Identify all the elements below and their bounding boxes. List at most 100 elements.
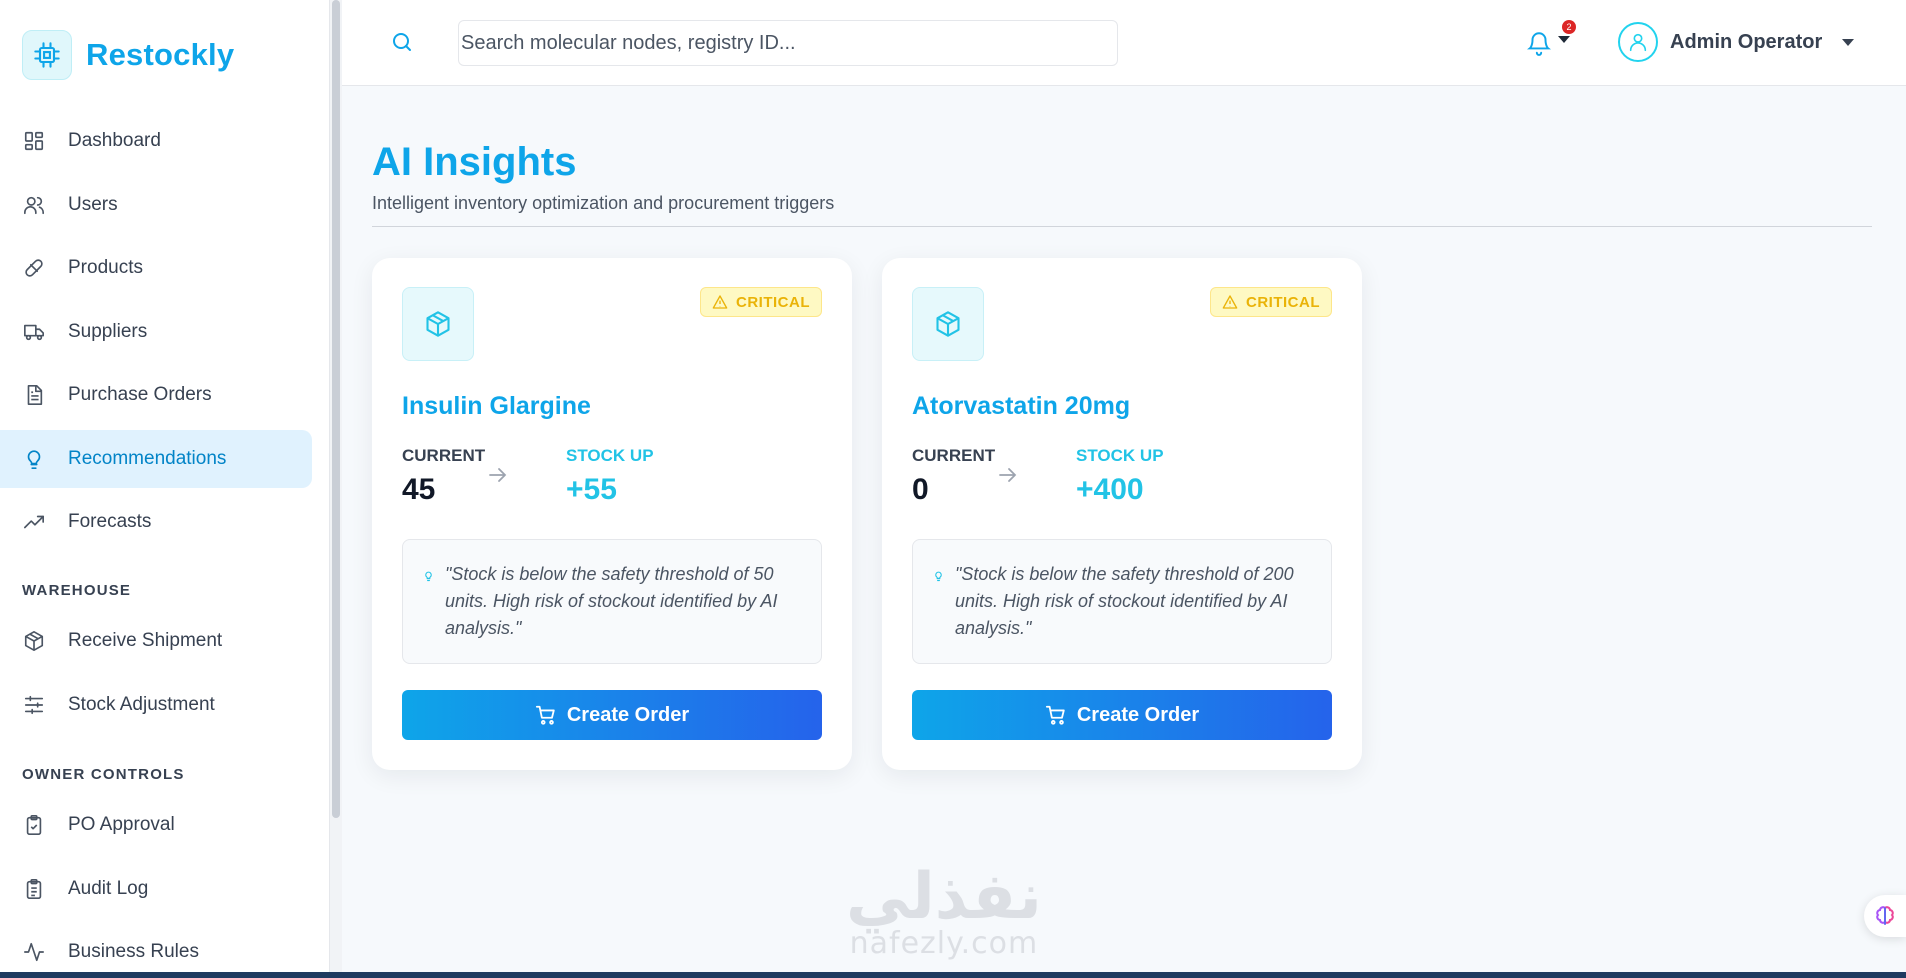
insight-card: CRITICAL Insulin Glargine CURRENT 45 STO… [372, 258, 852, 770]
sidebar-item-products[interactable]: Products [0, 239, 312, 297]
page-title: AI Insights [372, 140, 577, 184]
pill-icon [22, 256, 46, 280]
brand-name: Restockly [86, 37, 235, 72]
button-label: Create Order [1076, 703, 1200, 726]
sidebar-item-label: Suppliers [68, 320, 148, 342]
sidebar-item-label: Forecasts [68, 511, 152, 532]
bell-icon[interactable] [1526, 30, 1554, 58]
ai-note: "Stock is below the safety threshold of … [402, 539, 822, 664]
arrow-right-icon [996, 463, 1020, 492]
sidebar-item-label: PO Approval [68, 814, 175, 835]
sidebar-item-dashboard[interactable]: Dashboard [0, 112, 312, 170]
lightbulb-icon [933, 564, 944, 591]
badge-label: CRITICAL [1246, 293, 1320, 311]
stock-up-value: +400 [1076, 473, 1144, 506]
divider [372, 226, 1872, 227]
sidebar-item-forecasts[interactable]: Forecasts [0, 493, 312, 551]
trending-up-icon [22, 510, 46, 534]
truck-icon [22, 320, 46, 344]
lightbulb-icon [22, 447, 46, 471]
sidebar-item-label: Products [68, 257, 143, 278]
owner-nav: PO Approval Audit Log Business Rules [0, 796, 312, 978]
sidebar-scrollbar[interactable] [330, 0, 342, 978]
sidebar-item-label: Business Rules [68, 941, 199, 962]
chip-logo-icon [22, 30, 72, 80]
sidebar-item-audit-log[interactable]: Audit Log [0, 860, 312, 918]
section-label-owner-controls: OWNER CONTROLS [22, 766, 185, 783]
warning-icon [1222, 295, 1238, 309]
watermark-latin: nafezly.com [849, 926, 1039, 961]
cart-icon [535, 705, 555, 725]
sidebar-item-purchase-orders[interactable]: Purchase Orders [0, 366, 312, 424]
note-text: "Stock is below the safety threshold of … [955, 564, 1294, 638]
cart-icon [1045, 705, 1065, 725]
activity-icon [22, 940, 46, 964]
sidebar: Restockly Dashboard Users Products Suppl… [0, 0, 330, 978]
badge-label: CRITICAL [736, 293, 810, 311]
sidebar-item-label: Audit Log [68, 877, 149, 899]
ai-note: "Stock is below the safety threshold of … [912, 539, 1332, 664]
search-bar [372, 18, 1118, 66]
main-nav: Dashboard Users Products Suppliers Purch… [0, 112, 312, 557]
current-value: 45 [402, 473, 436, 506]
lightbulb-icon [423, 564, 434, 591]
current-value: 0 [912, 473, 929, 506]
arrow-right-icon [486, 463, 510, 492]
sidebar-item-label: Users [68, 193, 118, 215]
create-order-button[interactable]: Create Order [402, 690, 822, 740]
stock-up-label: STOCK UP [1076, 446, 1164, 465]
sidebar-item-recommendations[interactable]: Recommendations [0, 429, 312, 488]
current-label: CURRENT [402, 446, 486, 465]
sidebar-item-suppliers[interactable]: Suppliers [0, 303, 312, 361]
product-name: Insulin Glargine [402, 392, 591, 420]
page-subtitle: Intelligent inventory optimization and p… [372, 193, 835, 213]
watermark: نفذلي nafezly.com [846, 862, 1042, 961]
scrollbar-thumb[interactable] [332, 0, 340, 818]
package-icon [402, 287, 474, 361]
create-order-button[interactable]: Create Order [912, 690, 1332, 740]
watermark-arabic: نفذلي [846, 860, 1042, 934]
sidebar-item-stock-adjustment[interactable]: Stock Adjustment [0, 676, 312, 734]
button-label: Create Order [566, 703, 690, 726]
sidebar-item-po-approval[interactable]: PO Approval [0, 796, 312, 854]
sidebar-item-business-rules[interactable]: Business Rules [0, 923, 312, 978]
notification-badge: 2 [1562, 20, 1576, 34]
current-label: CURRENT [912, 446, 996, 465]
window-bottom-edge [0, 972, 1906, 978]
sliders-icon [22, 693, 46, 717]
stock-up-value: +55 [566, 473, 617, 506]
brand[interactable]: Restockly [22, 30, 234, 80]
search-icon [390, 30, 414, 59]
sidebar-item-receive-shipment[interactable]: Receive Shipment [0, 612, 312, 670]
warning-icon [712, 295, 728, 309]
clipboard-check-icon [22, 813, 46, 837]
sidebar-item-label: Stock Adjustment [68, 693, 215, 715]
warehouse-nav: Receive Shipment Stock Adjustment [0, 612, 312, 739]
chevron-down-icon[interactable] [1558, 36, 1570, 43]
user-avatar-icon [1618, 22, 1658, 62]
document-icon [22, 383, 46, 407]
brain-icon [1876, 906, 1894, 925]
insight-card: CRITICAL Atorvastatin 20mg CURRENT 0 STO… [882, 258, 1362, 770]
ai-assistant-button[interactable] [1864, 895, 1906, 937]
note-text: "Stock is below the safety threshold of … [445, 564, 778, 638]
critical-badge: CRITICAL [1210, 287, 1332, 317]
stock-up-label: STOCK UP [566, 446, 654, 465]
product-name: Atorvastatin 20mg [912, 392, 1131, 420]
sidebar-item-label: Dashboard [68, 130, 161, 151]
package-icon [912, 287, 984, 361]
topbar: 2 Admin Operator [342, 0, 1906, 86]
users-icon [22, 193, 46, 217]
package-check-icon [22, 629, 46, 653]
critical-badge: CRITICAL [700, 287, 822, 317]
user-menu[interactable]: Admin Operator [1618, 22, 1855, 62]
chevron-down-icon [1842, 38, 1855, 46]
dashboard-icon [22, 129, 46, 153]
search-input[interactable] [458, 20, 1118, 66]
sidebar-item-label: Recommendations [68, 447, 227, 469]
clipboard-list-icon [22, 877, 46, 901]
sidebar-item-label: Receive Shipment [68, 630, 223, 651]
user-name: Admin Operator [1670, 30, 1823, 53]
section-label-warehouse: WAREHOUSE [22, 582, 132, 599]
sidebar-item-users[interactable]: Users [0, 176, 312, 234]
